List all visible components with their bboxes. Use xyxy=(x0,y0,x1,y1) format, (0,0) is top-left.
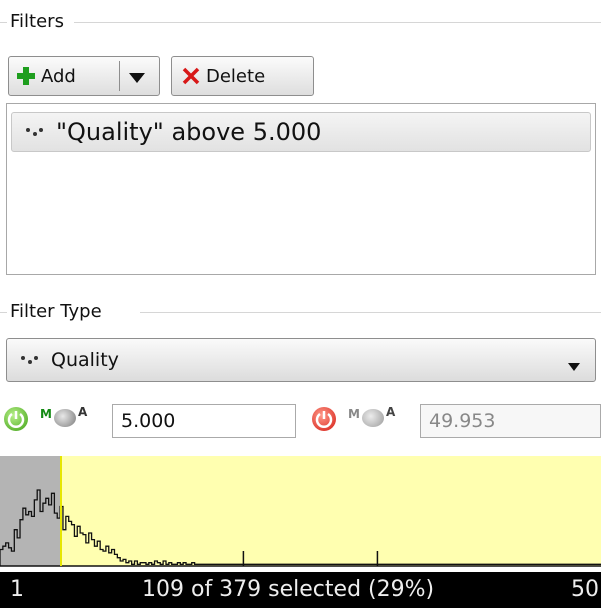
filters-section-title: Filters xyxy=(10,10,68,34)
min-power-toggle[interactable] xyxy=(4,407,28,431)
min-mode-switch[interactable]: M A xyxy=(40,405,106,429)
max-mode-switch[interactable]: M A xyxy=(348,405,414,429)
filter-item-label: "Quality" above 5.000 xyxy=(56,118,322,146)
power-icon xyxy=(315,411,333,428)
auto-mode-label: A xyxy=(386,405,396,419)
min-value-input[interactable]: 5.000 xyxy=(112,404,296,438)
filter-list-item[interactable]: "Quality" above 5.000 xyxy=(11,112,591,152)
add-filter-button[interactable]: Add xyxy=(8,56,160,96)
power-icon xyxy=(7,411,25,428)
filter-type-selected-label: Quality xyxy=(51,349,119,371)
section-divider xyxy=(140,312,601,313)
filter-type-title: Filter Type xyxy=(10,300,106,324)
max-power-toggle[interactable] xyxy=(312,407,336,431)
filters-section-header: Filters xyxy=(0,10,601,34)
add-dropdown-arrow[interactable] xyxy=(127,69,147,90)
mode-switch-icon xyxy=(362,409,384,427)
auto-mode-label: A xyxy=(78,405,88,419)
status-bar: 1 109 of 379 selected (29%) 50 xyxy=(0,572,601,608)
delete-filter-button[interactable]: Delete xyxy=(171,56,314,96)
filter-type-section-header: Filter Type xyxy=(0,300,601,324)
section-divider xyxy=(74,22,601,23)
mode-switch-icon xyxy=(54,409,76,427)
add-button-label: Add xyxy=(41,65,76,87)
quality-dots-icon xyxy=(24,125,46,139)
chevron-down-icon xyxy=(567,355,581,377)
chevron-down-icon xyxy=(129,73,145,83)
histogram[interactable] xyxy=(0,456,601,570)
quality-dots-icon xyxy=(19,353,41,367)
range-max-label: 50 xyxy=(571,577,599,602)
histogram-selected-region xyxy=(61,456,601,566)
delete-button-label: Delete xyxy=(206,65,266,87)
max-value-input[interactable]: 49.953 xyxy=(420,404,601,438)
plus-icon xyxy=(17,67,35,85)
filters-list[interactable]: "Quality" above 5.000 xyxy=(6,103,596,275)
filter-type-select[interactable]: Quality xyxy=(6,338,596,382)
add-button-separator xyxy=(119,61,120,91)
close-icon xyxy=(182,67,200,85)
range-min-label: 1 xyxy=(10,577,24,602)
manual-mode-label: M xyxy=(40,407,52,421)
selection-summary: 109 of 379 selected (29%) xyxy=(142,577,435,602)
manual-mode-label: M xyxy=(348,407,360,421)
